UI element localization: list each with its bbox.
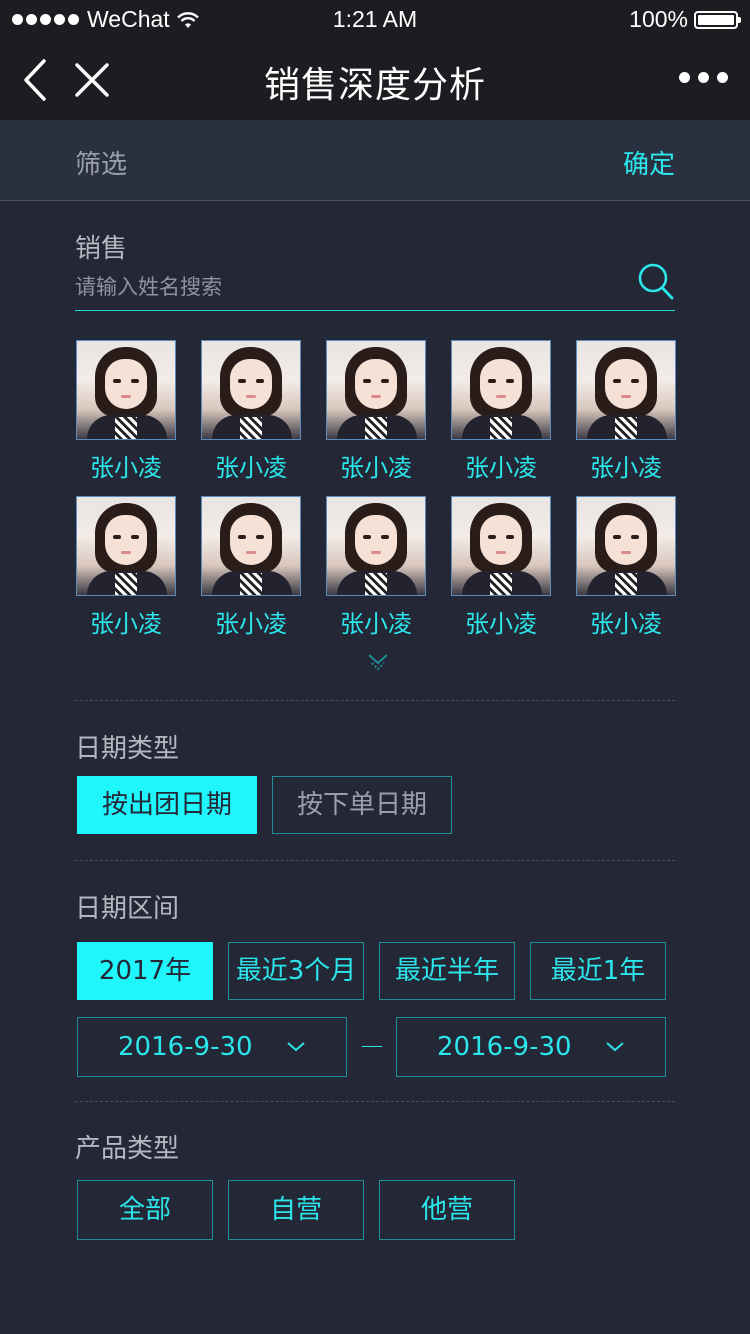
status-bar: WeChat 1:21 AM 100% — [0, 0, 750, 40]
search-bar — [75, 262, 675, 311]
sales-person-item[interactable]: 张小凌 — [326, 340, 426, 482]
expand-down-icon[interactable] — [366, 652, 390, 674]
battery-icon — [694, 10, 741, 29]
end-date-value: 2016-9-30 — [437, 1032, 572, 1062]
person-name: 张小凌 — [590, 454, 662, 482]
product-type-label: 产品类型 — [75, 1134, 180, 1164]
page-title: 销售深度分析 — [263, 65, 486, 106]
avatar — [326, 340, 426, 440]
date-type-label: 日期类型 — [75, 734, 180, 764]
date-range-label: 日期区间 — [75, 894, 180, 924]
product-type-option-all[interactable]: 全部 — [77, 1180, 213, 1240]
sales-person-item[interactable]: 张小凌 — [201, 340, 301, 482]
avatar — [76, 496, 176, 596]
person-name: 张小凌 — [215, 454, 287, 482]
person-name: 张小凌 — [215, 610, 287, 638]
divider — [75, 1101, 675, 1102]
avatar — [451, 340, 551, 440]
date-range-option-3-months[interactable]: 最近3个月 — [228, 942, 364, 1000]
end-date-select[interactable]: 2016-9-30 — [396, 1017, 666, 1077]
search-input[interactable] — [75, 270, 615, 304]
divider — [75, 860, 675, 861]
avatar — [451, 496, 551, 596]
sales-person-item[interactable]: 张小凌 — [326, 496, 426, 638]
chevron-down-icon — [287, 1042, 305, 1052]
range-separator — [362, 1046, 382, 1047]
avatar — [326, 496, 426, 596]
date-type-option-departure[interactable]: 按出团日期 — [77, 776, 257, 834]
chevron-down-icon — [606, 1042, 624, 1052]
divider — [75, 700, 675, 701]
date-type-option-order[interactable]: 按下单日期 — [272, 776, 452, 834]
person-name: 张小凌 — [90, 610, 162, 638]
avatar — [576, 340, 676, 440]
sales-person-item[interactable]: 张小凌 — [576, 340, 676, 482]
sales-person-item[interactable]: 张小凌 — [451, 340, 551, 482]
date-range-option-2017[interactable]: 2017年 — [77, 942, 213, 1000]
sales-person-item[interactable]: 张小凌 — [201, 496, 301, 638]
product-type-option-other[interactable]: 他营 — [379, 1180, 515, 1240]
product-type-option-self[interactable]: 自营 — [228, 1180, 364, 1240]
person-name: 张小凌 — [465, 610, 537, 638]
start-date-value: 2016-9-30 — [118, 1032, 253, 1062]
nav-bar: 销售深度分析 — [0, 40, 750, 120]
date-range-option-1-year[interactable]: 最近1年 — [530, 942, 666, 1000]
start-date-select[interactable]: 2016-9-30 — [77, 1017, 347, 1077]
sales-person-item[interactable]: 张小凌 — [451, 496, 551, 638]
avatar — [576, 496, 676, 596]
person-name: 张小凌 — [465, 454, 537, 482]
search-icon[interactable] — [637, 262, 675, 302]
person-name: 张小凌 — [90, 454, 162, 482]
avatar — [201, 340, 301, 440]
sales-person-item[interactable]: 张小凌 — [76, 340, 176, 482]
avatar — [76, 340, 176, 440]
battery-percent: 100% — [629, 6, 688, 32]
date-range-option-half-year[interactable]: 最近半年 — [379, 942, 515, 1000]
filter-header: 筛选 确定 — [0, 120, 750, 201]
sales-person-item[interactable]: 张小凌 — [576, 496, 676, 638]
more-icon[interactable] — [679, 72, 728, 83]
sales-label: 销售 — [75, 234, 128, 264]
sales-person-item[interactable]: 张小凌 — [76, 496, 176, 638]
filter-title: 筛选 — [75, 150, 128, 180]
confirm-button[interactable]: 确定 — [623, 144, 675, 181]
person-name: 张小凌 — [340, 610, 412, 638]
person-name: 张小凌 — [590, 610, 662, 638]
person-name: 张小凌 — [340, 454, 412, 482]
status-right: 100% — [629, 6, 741, 33]
avatar — [201, 496, 301, 596]
